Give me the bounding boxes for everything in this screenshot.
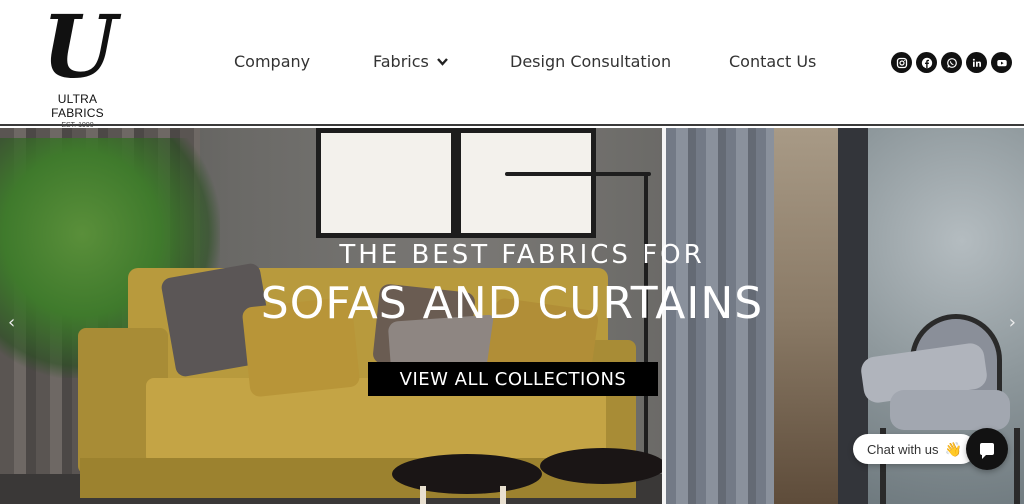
nav-item-design-consultation[interactable]: Design Consultation	[510, 52, 671, 71]
nav-item-label: Fabrics	[373, 52, 429, 71]
site-header: U ULTRA FABRICS EST. 1990 Company Fabric…	[0, 0, 1024, 130]
chat-prompt-text: Chat with us	[867, 441, 939, 457]
social-links	[891, 52, 1012, 73]
instagram-icon[interactable]	[891, 52, 912, 73]
hero-headline: SOFAS AND CURTAINS	[260, 278, 764, 329]
nav-item-label: Contact Us	[729, 52, 817, 71]
carousel-next-icon[interactable]: ›	[1009, 312, 1016, 333]
chat-button[interactable]	[966, 428, 1008, 470]
logo-mark: U	[42, 0, 117, 98]
chevron-down-icon	[436, 55, 448, 69]
linkedin-icon[interactable]	[966, 52, 987, 73]
chat-prompt-bubble[interactable]: Chat with us 👋	[853, 434, 976, 464]
youtube-icon[interactable]	[991, 52, 1012, 73]
carousel-prev-icon[interactable]: ‹	[8, 312, 15, 333]
hero-tagline: THE BEST FABRICS FOR	[339, 240, 705, 270]
logo[interactable]: U ULTRA FABRICS EST. 1990	[30, 0, 125, 130]
nav-item-contact-us[interactable]: Contact Us	[729, 52, 816, 71]
wave-emoji: 👋	[944, 440, 962, 457]
nav-item-label: Company	[234, 52, 311, 71]
view-all-collections-button[interactable]: VIEW ALL COLLECTIONS	[368, 362, 658, 396]
facebook-icon[interactable]	[916, 52, 937, 73]
nav-item-fabrics[interactable]: Fabrics	[373, 52, 448, 71]
nav-item-company[interactable]: Company	[234, 52, 310, 71]
chat-icon	[980, 443, 994, 459]
whatsapp-icon[interactable]	[941, 52, 962, 73]
nav-item-label: Design Consultation	[510, 52, 672, 71]
